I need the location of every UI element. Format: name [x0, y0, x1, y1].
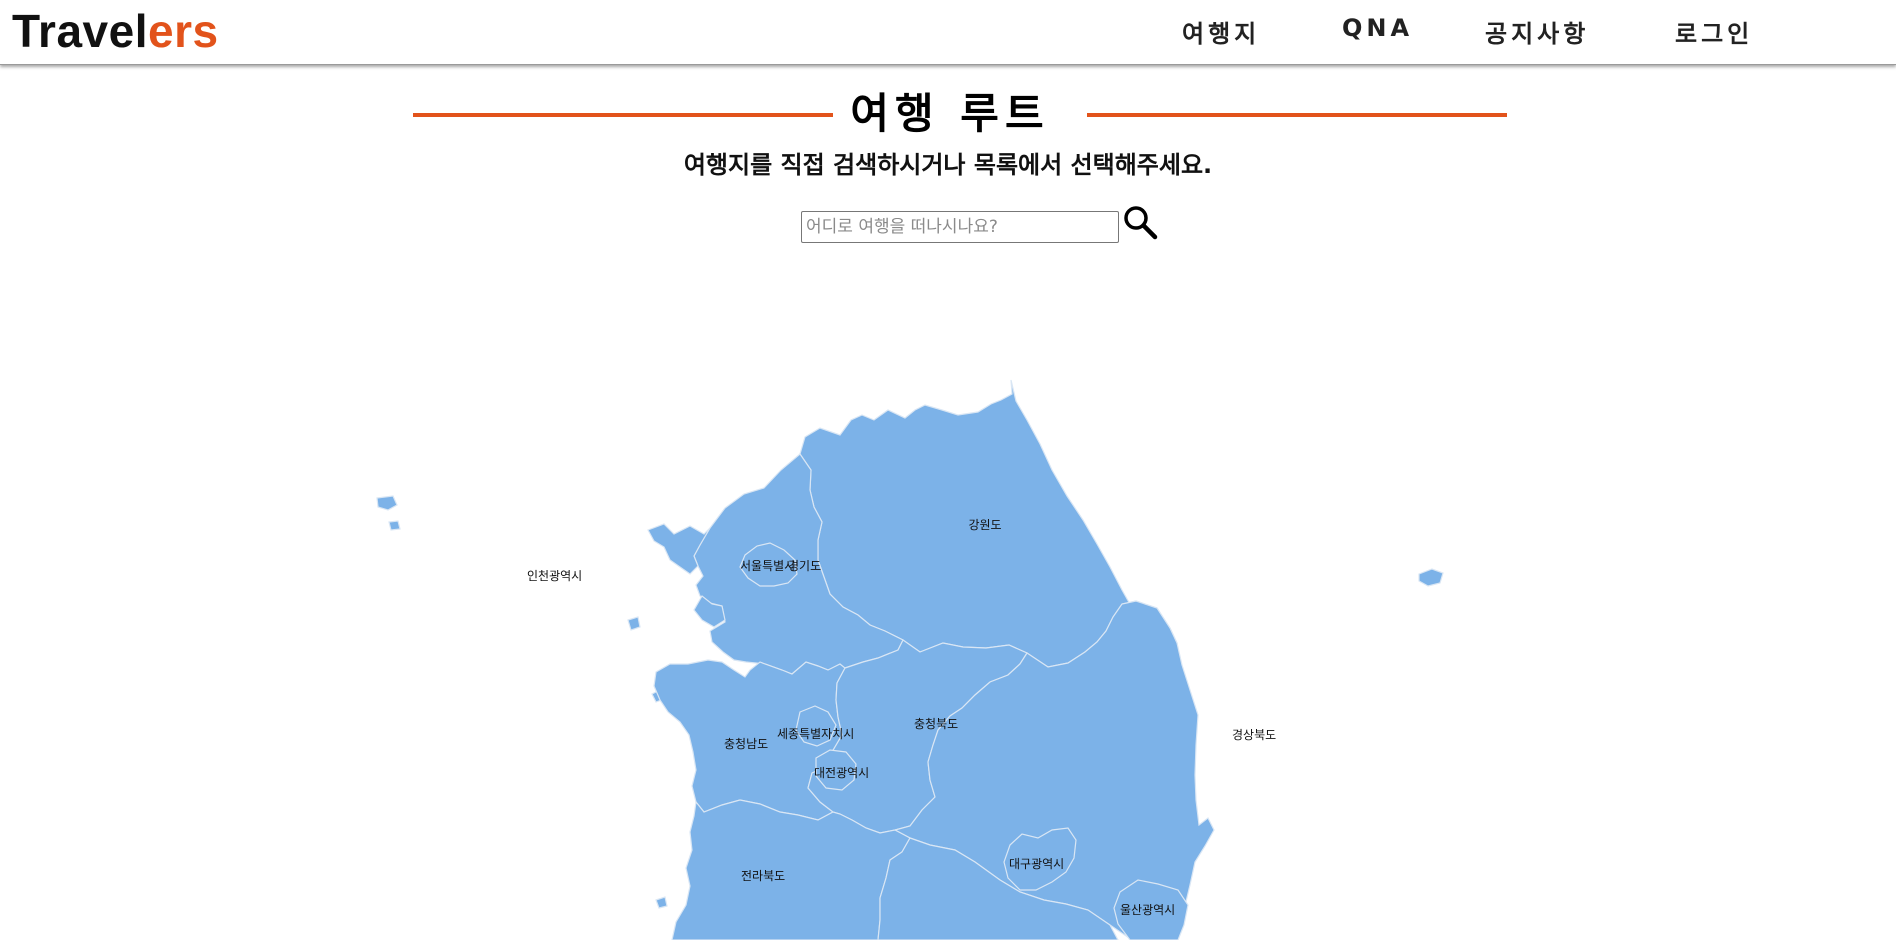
map-label-seoul: 서울특별시: [740, 559, 795, 573]
map-island-small-2[interactable]: [627, 616, 641, 631]
map-label-daejeon: 대전광역시: [814, 766, 869, 780]
map-label-jeonbuk: 전라북도: [741, 869, 785, 883]
map-label-chungbuk: 충청북도: [914, 717, 958, 731]
korea-map: 강원도 서울특별시 경기도 인천광역시 충청북도 충청남도 세종특별자치시 대전…: [376, 379, 1444, 940]
map-label-chungnam: 충청남도: [724, 737, 768, 751]
map-label-gyeongbuk: 경상북도: [1232, 728, 1276, 742]
map-island-ulleungdo[interactable]: [1418, 568, 1444, 587]
map-island-small-4[interactable]: [655, 896, 668, 909]
map-island-small-1[interactable]: [388, 520, 401, 531]
map-label-gangwon: 강원도: [968, 518, 1001, 532]
map-label-sejong: 세종특별자치시: [777, 727, 854, 741]
map-island-baengnyeong[interactable]: [376, 495, 398, 511]
map-label-gyeonggi: 경기도: [788, 559, 821, 573]
map-label-ulsan: 울산광역시: [1120, 903, 1175, 917]
map-label-daegu: 대구광역시: [1009, 857, 1064, 871]
map-label-incheon: 인천광역시: [527, 568, 582, 583]
